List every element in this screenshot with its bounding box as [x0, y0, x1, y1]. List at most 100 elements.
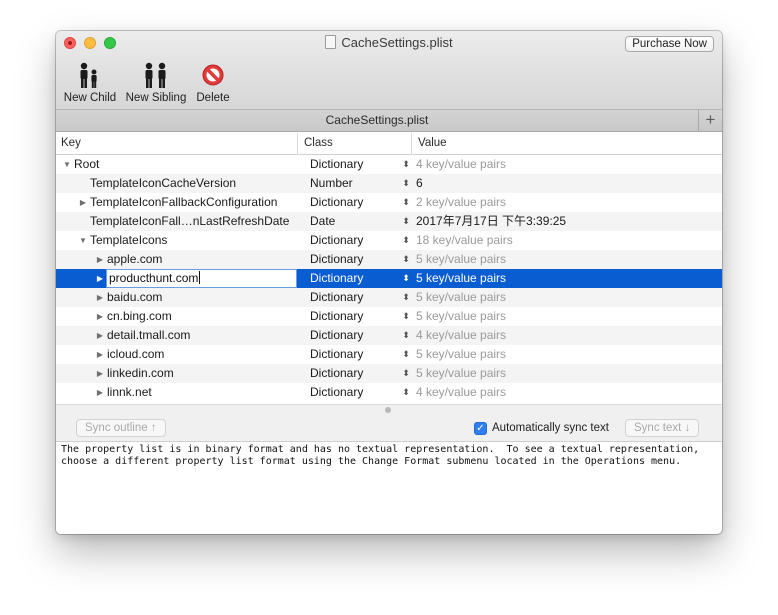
stepper-icon[interactable]: ⬍: [400, 250, 412, 269]
value-column-header[interactable]: Value: [413, 133, 722, 155]
table-row[interactable]: ▶ linkedin.com Dictionary ⬍ 5 key/value …: [56, 364, 722, 383]
row-value: 4 key/value pairs: [416, 385, 507, 399]
split-view-divider[interactable]: [56, 404, 722, 414]
prohibited-icon: [194, 61, 232, 91]
stepper-icon[interactable]: ⬍: [400, 231, 412, 250]
plist-text-view[interactable]: The property list is in binary format an…: [56, 443, 722, 534]
key-cell: ▼ Root: [56, 155, 299, 174]
table-row[interactable]: ▼ TemplateIcons Dictionary ⬍ 18 key/valu…: [56, 231, 722, 250]
class-column-header[interactable]: Class: [299, 133, 412, 155]
key-edit-text: producthunt.com: [109, 271, 199, 285]
disclosure-collapsed-icon[interactable]: ▶: [95, 288, 105, 307]
disclosure-collapsed-icon[interactable]: ▶: [95, 307, 105, 326]
disclosure-expanded-icon[interactable]: ▼: [78, 231, 88, 250]
row-value[interactable]: 6: [416, 174, 716, 193]
class-popup[interactable]: Dictionary: [310, 269, 400, 288]
class-popup[interactable]: Dictionary: [310, 288, 400, 307]
stepper-icon[interactable]: ⬍: [400, 364, 412, 383]
row-value: 5 key/value pairs: [416, 347, 507, 361]
purchase-now-button[interactable]: Purchase Now: [625, 36, 714, 52]
key-cell: TemplateIconCacheVersion: [56, 174, 299, 193]
class-popup[interactable]: Date: [310, 212, 400, 231]
table-row[interactable]: ▶ cn.bing.com Dictionary ⬍ 5 key/value p…: [56, 307, 722, 326]
stepper-icon[interactable]: ⬍: [400, 326, 412, 345]
table-row[interactable]: ▶ linnk.net Dictionary ⬍ 4 key/value pai…: [56, 383, 722, 402]
auto-sync-label[interactable]: Automatically sync text: [492, 420, 609, 436]
add-tab-button[interactable]: +: [698, 110, 722, 131]
sync-text-button[interactable]: Sync text ↓: [625, 419, 700, 437]
disclosure-collapsed-icon[interactable]: ▶: [95, 269, 105, 288]
class-popup[interactable]: Dictionary: [310, 307, 400, 326]
stepper-icon[interactable]: ⬍: [400, 212, 412, 231]
tab-cachesettings[interactable]: CacheSettings.plist: [56, 110, 698, 131]
disclosure-collapsed-icon[interactable]: ▶: [95, 326, 105, 345]
row-value: 5 key/value pairs: [416, 252, 507, 266]
key-edit-field[interactable]: producthunt.com: [106, 269, 297, 288]
key-cell: ▶ baidu.com: [56, 288, 299, 307]
class-popup[interactable]: Dictionary: [310, 193, 400, 212]
new-sibling-icon: [124, 61, 188, 91]
row-value: 5 key/value pairs: [416, 290, 507, 304]
table-row[interactable]: ▼ Root Dictionary ⬍ 4 key/value pairs: [56, 155, 722, 174]
row-key: TemplateIconFallbackConfiguration: [90, 195, 278, 209]
class-popup[interactable]: Dictionary: [310, 155, 400, 174]
disclosure-collapsed-icon[interactable]: ▶: [95, 250, 105, 269]
document-icon: [325, 35, 337, 49]
table-row[interactable]: TemplateIconCacheVersion Number ⬍ 6: [56, 174, 722, 193]
document-tab-bar: CacheSettings.plist +: [56, 110, 722, 132]
class-popup[interactable]: Dictionary: [310, 231, 400, 250]
sync-outline-button[interactable]: Sync outline ↑: [76, 419, 166, 437]
disclosure-collapsed-icon[interactable]: ▶: [95, 345, 105, 364]
table-row[interactable]: ▶ baidu.com Dictionary ⬍ 5 key/value pai…: [56, 288, 722, 307]
disclosure-expanded-icon[interactable]: ▼: [62, 155, 72, 174]
stepper-icon[interactable]: ⬍: [400, 155, 412, 174]
row-key: linnk.net: [107, 385, 152, 399]
key-cell: ▶ producthunt.com: [56, 269, 299, 288]
class-popup[interactable]: Dictionary: [310, 250, 400, 269]
window-title: CacheSettings.plist: [56, 35, 722, 50]
disclosure-collapsed-icon[interactable]: ▶: [95, 383, 105, 402]
stepper-icon[interactable]: ⬍: [400, 345, 412, 364]
new-sibling-button[interactable]: New Sibling: [124, 61, 188, 107]
key-column-header[interactable]: Key: [56, 133, 298, 155]
key-cell: ▶ linkedin.com: [56, 364, 299, 383]
stepper-icon[interactable]: ⬍: [400, 307, 412, 326]
class-popup[interactable]: Dictionary: [310, 326, 400, 345]
key-cell: ▶ linnk.net: [56, 383, 299, 402]
disclosure-collapsed-icon[interactable]: ▶: [95, 364, 105, 383]
new-sibling-label: New Sibling: [125, 92, 187, 104]
new-child-button[interactable]: New Child: [62, 61, 118, 107]
class-popup[interactable]: Dictionary: [310, 383, 400, 402]
text-view-line: choose a different property list format …: [61, 455, 682, 467]
stepper-icon[interactable]: ⬍: [400, 269, 412, 288]
table-row[interactable]: ▶ detail.tmall.com Dictionary ⬍ 4 key/va…: [56, 326, 722, 345]
stepper-icon[interactable]: ⬍: [400, 174, 412, 193]
key-cell: TemplateIconFall…nLastRefreshDate: [56, 212, 299, 231]
table-row[interactable]: ▶ icloud.com Dictionary ⬍ 5 key/value pa…: [56, 345, 722, 364]
row-key: baidu.com: [107, 290, 163, 304]
plist-editor-window: CacheSettings.plist Purchase Now New Chi…: [56, 31, 722, 534]
table-row[interactable]: ▶ TemplateIconFallbackConfiguration Dict…: [56, 193, 722, 212]
key-cell: ▶ TemplateIconFallbackConfiguration: [56, 193, 299, 212]
table-row[interactable]: TemplateIconFall…nLastRefreshDate Date ⬍…: [56, 212, 722, 231]
class-popup[interactable]: Number: [310, 174, 400, 193]
class-popup[interactable]: Dictionary: [310, 345, 400, 364]
class-popup[interactable]: Dictionary: [310, 364, 400, 383]
new-child-icon: [62, 61, 118, 91]
stepper-icon[interactable]: ⬍: [400, 383, 412, 402]
key-cell: ▼ TemplateIcons: [56, 231, 299, 250]
stepper-icon[interactable]: ⬍: [400, 193, 412, 212]
delete-button[interactable]: Delete: [194, 61, 232, 107]
row-key: linkedin.com: [107, 366, 174, 380]
row-value[interactable]: 2017年7月17日 下午3:39:25: [416, 212, 716, 231]
table-row-selected[interactable]: ▶ producthunt.com Dictionary ⬍ 5 key/val…: [56, 269, 722, 288]
auto-sync-checkbox[interactable]: ✓: [474, 422, 487, 435]
disclosure-collapsed-icon[interactable]: ▶: [78, 193, 88, 212]
table-row[interactable]: ▶ apple.com Dictionary ⬍ 5 key/value pai…: [56, 250, 722, 269]
row-value: 5 key/value pairs: [416, 271, 507, 285]
divider-handle-icon[interactable]: [385, 407, 391, 413]
outline-column-header: Key Class Value: [56, 133, 722, 155]
row-key: detail.tmall.com: [107, 328, 191, 342]
stepper-icon[interactable]: ⬍: [400, 288, 412, 307]
row-value: 5 key/value pairs: [416, 309, 507, 323]
